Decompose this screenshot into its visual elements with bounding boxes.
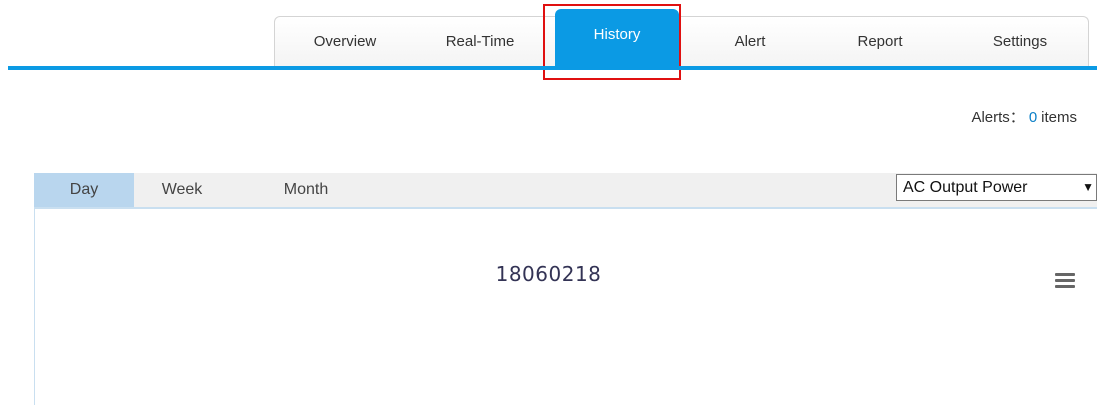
chevron-down-icon: ▼: [1082, 180, 1094, 194]
tab-day[interactable]: Day: [34, 173, 134, 207]
tab-week[interactable]: Week: [142, 173, 222, 207]
alerts-unit: items: [1041, 109, 1077, 126]
page: Overview Real-Time History Alert Report …: [0, 0, 1097, 405]
tab-alert[interactable]: Alert: [695, 17, 805, 67]
alerts-summary: Alerts： 0 items: [971, 106, 1077, 127]
alerts-label: Alerts：: [971, 109, 1025, 126]
chart-panel: [34, 207, 1097, 405]
tab-overview[interactable]: Overview: [275, 17, 415, 67]
tab-real-time[interactable]: Real-Time: [415, 17, 545, 67]
nav-underline: [8, 66, 1097, 70]
metric-select-value: AC Output Power: [903, 179, 1028, 196]
tab-report[interactable]: Report: [815, 17, 945, 67]
alerts-count[interactable]: 0: [1029, 109, 1037, 126]
hamburger-menu-icon[interactable]: [1055, 273, 1075, 289]
tab-history[interactable]: History: [555, 9, 679, 67]
chart-title: 18060218: [495, 262, 602, 286]
main-nav: Overview Real-Time History Alert Report …: [274, 9, 1089, 67]
tab-month[interactable]: Month: [266, 173, 346, 207]
metric-select[interactable]: AC Output Power ▼: [896, 174, 1097, 201]
tab-settings[interactable]: Settings: [955, 17, 1085, 67]
